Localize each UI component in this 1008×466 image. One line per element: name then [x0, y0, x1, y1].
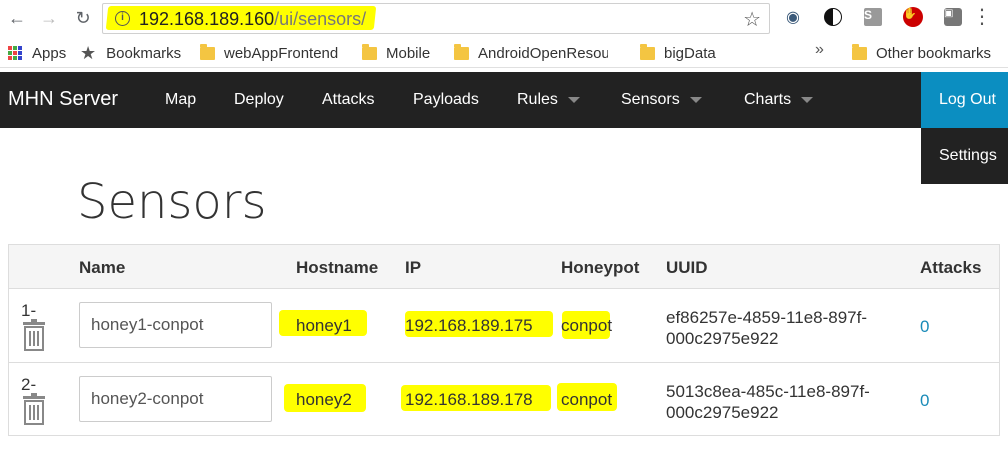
- nav-deploy[interactable]: Deploy: [234, 91, 284, 109]
- attacks-count-link[interactable]: 0: [920, 317, 929, 337]
- stop-extension-icon[interactable]: ✋: [903, 7, 923, 27]
- table-row: 2- honey2 192.168.189.178 conpot 5013c8e…: [9, 362, 999, 435]
- s-extension-icon[interactable]: S: [864, 8, 882, 26]
- folder-icon: [200, 43, 215, 60]
- uuid-cell: ef86257e-4859-11e8-897f- 000c2975e922: [666, 308, 868, 348]
- bookmark-mobile[interactable]: Mobile: [362, 43, 430, 63]
- contrast-extension-icon[interactable]: [824, 8, 842, 26]
- trash-icon[interactable]: [22, 393, 46, 425]
- browser-menu-icon[interactable]: ⋮: [972, 6, 992, 28]
- header-honeypot: Honeypot: [561, 258, 640, 277]
- trash-icon[interactable]: [22, 319, 46, 351]
- header-ip: IP: [405, 258, 422, 277]
- row-index: 1-: [21, 301, 37, 320]
- hostname-cell: honey1: [296, 316, 352, 335]
- extensions: ◉ S ✋ ▣: [780, 6, 980, 30]
- nav-sensors[interactable]: Sensors: [621, 91, 702, 109]
- bookmark-star-icon[interactable]: ☆: [743, 7, 761, 32]
- header-uuid: UUID: [666, 258, 708, 277]
- header-hostname: Hostname: [296, 258, 379, 277]
- ip-cell: 192.168.189.178: [405, 390, 533, 409]
- bookmark-bookmarks[interactable]: ★ Bookmarks: [80, 43, 181, 63]
- nav-payloads[interactable]: Payloads: [413, 91, 479, 109]
- honeypot-cell: conpot: [561, 390, 613, 409]
- caret-down-icon: [801, 96, 814, 103]
- bookmark-other[interactable]: Other bookmarks: [852, 43, 991, 63]
- nav-attacks[interactable]: Attacks: [322, 91, 374, 109]
- attacks-count-link[interactable]: 0: [920, 391, 929, 411]
- uuid-cell: 5013c8ea-485c-11e8-897f- 000c2975e922: [666, 382, 870, 422]
- reload-icon[interactable]: ↻: [72, 7, 94, 29]
- eye-extension-icon[interactable]: ◉: [780, 6, 806, 28]
- browser-toolbar: ← → ↻ i 192.168.189.160/ui/sensors/ ☆ ◉ …: [0, 0, 1008, 38]
- caret-down-icon: [689, 96, 702, 103]
- folder-icon: [454, 43, 469, 60]
- bookmark-androidopenresource[interactable]: AndroidOpenResourc: [454, 43, 608, 63]
- row-index: 2-: [21, 375, 37, 394]
- table-header: Name Hostname IP Honeypot UUID Attacks: [9, 245, 999, 289]
- logout-button[interactable]: Log Out: [921, 72, 1008, 128]
- forward-icon[interactable]: →: [38, 7, 60, 29]
- folder-icon: [852, 43, 867, 60]
- bookmarks-bar: Apps ★ Bookmarks webAppFrontend Mobile A…: [0, 38, 1008, 68]
- bookmark-webappfrontend[interactable]: webAppFrontend: [200, 43, 338, 63]
- header-attacks: Attacks: [920, 258, 982, 277]
- hostname-cell: honey2: [296, 390, 352, 409]
- page-title: Sensors: [77, 174, 267, 230]
- sensors-table: Name Hostname IP Honeypot UUID Attacks 1…: [8, 244, 1000, 436]
- settings-menu-item[interactable]: Settings: [921, 128, 1008, 184]
- sensor-name-input[interactable]: [79, 302, 272, 348]
- folder-icon: [362, 43, 377, 60]
- back-icon[interactable]: ←: [6, 7, 28, 29]
- star-icon: ★: [80, 42, 97, 63]
- address-bar[interactable]: i 192.168.189.160/ui/sensors/ ☆: [102, 3, 770, 34]
- info-icon[interactable]: i: [115, 11, 130, 26]
- folder-icon: [640, 43, 655, 60]
- nav-charts[interactable]: Charts: [744, 91, 814, 109]
- gray-extension-icon[interactable]: ▣: [944, 8, 962, 26]
- app-navbar: MHN Server Map Deploy Attacks Payloads R…: [0, 72, 1008, 128]
- url-text[interactable]: 192.168.189.160/ui/sensors/: [139, 9, 366, 30]
- apps-grid-icon: [8, 46, 22, 60]
- brand-link[interactable]: MHN Server: [8, 88, 118, 111]
- header-name: Name: [79, 258, 126, 277]
- bookmark-bigdata[interactable]: bigData: [640, 43, 716, 63]
- caret-down-icon: [567, 96, 580, 103]
- nav-rules[interactable]: Rules: [517, 91, 580, 109]
- bookmarks-overflow-button[interactable]: »: [815, 41, 824, 59]
- sensor-name-input[interactable]: [79, 376, 272, 422]
- table-row: 1- honey1 192.168.189.175 conpot ef86257…: [9, 289, 999, 362]
- nav-map[interactable]: Map: [165, 91, 196, 109]
- bookmark-apps[interactable]: Apps: [8, 43, 66, 63]
- ip-cell: 192.168.189.175: [405, 316, 533, 335]
- honeypot-cell: conpot: [561, 316, 613, 335]
